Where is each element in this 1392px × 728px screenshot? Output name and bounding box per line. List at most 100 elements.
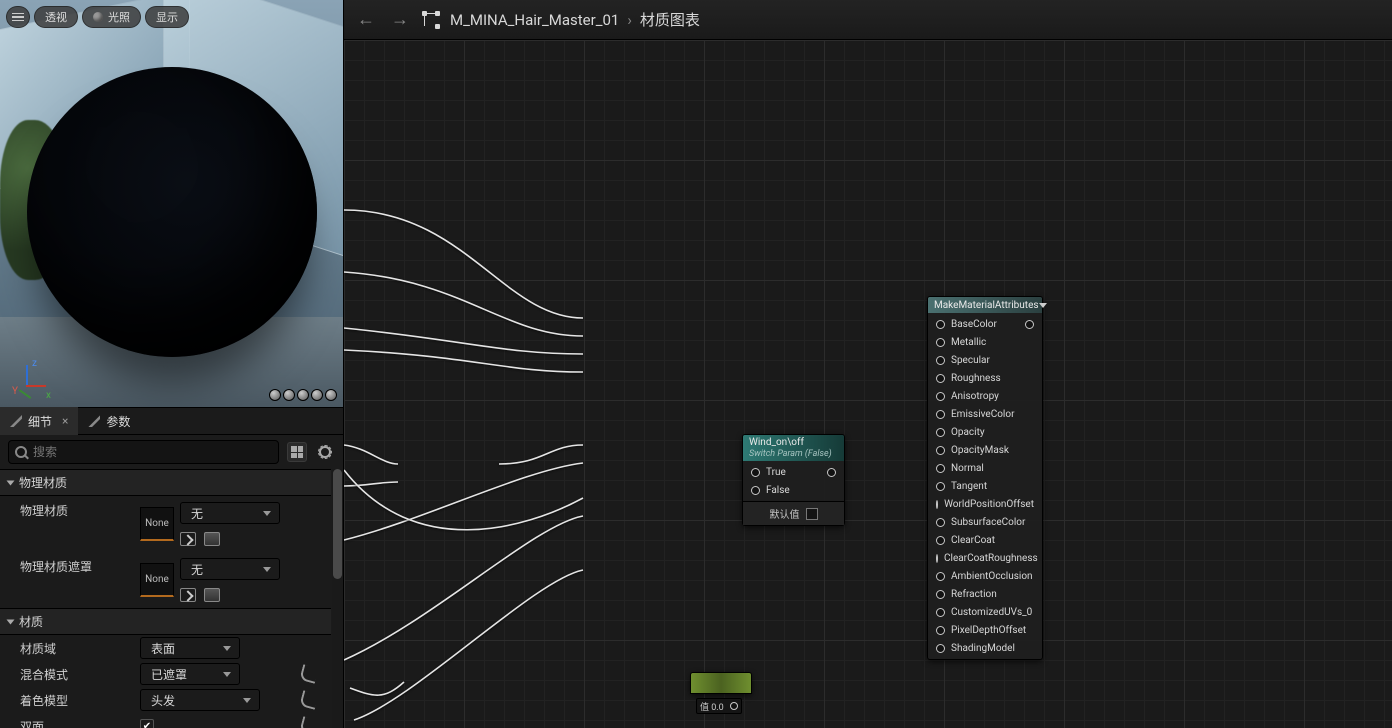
input-pin[interactable] xyxy=(936,626,945,635)
blend-mode-dropdown[interactable]: 已遮罩 xyxy=(140,663,240,685)
material-preview-viewport[interactable]: 透视 光照 显示 z Y x xyxy=(0,0,343,407)
reset-to-default-button[interactable] xyxy=(299,716,319,728)
default-value-checkbox[interactable] xyxy=(806,508,818,520)
search-input[interactable] xyxy=(31,444,272,460)
viewport-perspective-dropdown[interactable]: 透视 xyxy=(34,6,78,28)
input-pin[interactable] xyxy=(936,590,945,599)
pin-label: Specular xyxy=(951,355,990,366)
viewport-lighting-dropdown[interactable]: 光照 xyxy=(82,6,141,28)
physical-material-dropdown[interactable]: 无 xyxy=(180,502,280,524)
pin-label: CustomizedUVs_0 xyxy=(951,607,1032,618)
two-sided-label: 双面 xyxy=(20,718,140,728)
use-selected-asset-button[interactable] xyxy=(180,588,196,602)
input-pin[interactable] xyxy=(936,464,945,473)
pencil-icon xyxy=(88,415,100,427)
pin-row: Specular xyxy=(928,351,1042,369)
preview-shape-plane[interactable] xyxy=(297,389,309,401)
node-title: MakeMaterialAttributes xyxy=(934,300,1039,311)
reset-to-default-button[interactable] xyxy=(299,690,319,710)
input-pin[interactable] xyxy=(936,374,945,383)
material-graph-canvas[interactable]: MakeMaterialAttributes BaseColorMetallic… xyxy=(344,40,1392,728)
tab-details-label: 细节 xyxy=(28,413,52,430)
input-pin[interactable] xyxy=(751,486,760,495)
pin-label: Roughness xyxy=(951,373,1001,384)
search-icon xyxy=(15,446,27,458)
details-scroll-area[interactable]: 物理材质 物理材质 None 无 xyxy=(0,469,331,728)
input-pin[interactable] xyxy=(936,482,945,491)
preview-shape-custom[interactable] xyxy=(325,389,337,401)
viewport-show-dropdown[interactable]: 显示 xyxy=(145,6,189,28)
viewport-menu-button[interactable] xyxy=(6,6,30,28)
pin-label: Metallic xyxy=(951,337,986,348)
material-domain-dropdown[interactable]: 表面 xyxy=(140,637,240,659)
preview-shape-cylinder[interactable] xyxy=(269,389,281,401)
node-partial-green[interactable] xyxy=(690,672,752,694)
tab-params[interactable]: 参数 xyxy=(78,407,140,435)
input-pin[interactable] xyxy=(936,338,945,347)
node-value-pill[interactable]: 值 0.0 xyxy=(696,698,742,714)
close-icon[interactable]: × xyxy=(62,414,68,428)
pin-label: ClearCoat xyxy=(951,535,995,546)
input-pin[interactable] xyxy=(936,644,945,653)
two-sided-checkbox[interactable] xyxy=(140,719,154,728)
pin-row: Anisotropy xyxy=(928,387,1042,405)
input-pin[interactable] xyxy=(751,468,760,477)
pin-label: OpacityMask xyxy=(951,445,1009,456)
input-pin[interactable] xyxy=(936,554,938,563)
input-pin[interactable] xyxy=(936,410,945,419)
viewport-show-label: 显示 xyxy=(156,9,178,25)
browse-asset-button[interactable] xyxy=(204,532,220,546)
node-title: Wind_on\off xyxy=(749,437,804,448)
use-selected-asset-button[interactable] xyxy=(180,532,196,546)
input-pin[interactable] xyxy=(936,518,945,527)
details-scrollbar[interactable] xyxy=(332,469,343,728)
node-subtitle: Switch Param (False) xyxy=(749,449,832,459)
shading-model-dropdown[interactable]: 头发 xyxy=(140,689,260,711)
shading-model-label: 着色模型 xyxy=(20,692,140,709)
tab-details[interactable]: 细节 × xyxy=(0,407,78,435)
pin-row: SubsurfaceColor xyxy=(928,513,1042,531)
output-pin[interactable] xyxy=(827,468,836,477)
input-pin[interactable] xyxy=(936,608,945,617)
input-pin[interactable] xyxy=(936,536,945,545)
breadcrumb-graph[interactable]: 材质图表 xyxy=(640,9,700,30)
input-pin[interactable] xyxy=(936,446,945,455)
input-pin[interactable] xyxy=(936,320,945,329)
grid-icon xyxy=(291,446,303,458)
browse-asset-button[interactable] xyxy=(204,588,220,602)
input-pin[interactable] xyxy=(936,356,945,365)
output-pin[interactable] xyxy=(1025,320,1034,329)
node-wind-switch[interactable]: Wind_on\off Switch Param (False) True Fa… xyxy=(742,434,845,526)
input-pin[interactable] xyxy=(936,572,945,581)
chevron-down-icon xyxy=(1039,303,1047,308)
pin-label: Normal xyxy=(951,463,984,474)
breadcrumb: M_MINA_Hair_Master_01 › 材质图表 xyxy=(450,9,700,30)
physical-material-mask-dropdown[interactable]: 无 xyxy=(180,558,280,580)
input-pin[interactable] xyxy=(936,500,938,509)
node-make-material-attributes[interactable]: MakeMaterialAttributes BaseColorMetallic… xyxy=(927,296,1043,660)
category-physical-material[interactable]: 物理材质 xyxy=(0,469,331,496)
settings-button[interactable] xyxy=(315,442,335,462)
breadcrumb-asset[interactable]: M_MINA_Hair_Master_01 xyxy=(450,11,619,29)
asset-thumbnail[interactable]: None xyxy=(140,507,174,541)
pin-row: OpacityMask xyxy=(928,441,1042,459)
input-pin[interactable] xyxy=(936,392,945,401)
output-pin[interactable] xyxy=(730,702,738,710)
asset-thumbnail[interactable]: None xyxy=(140,563,174,597)
pin-row: ShadingModel xyxy=(928,639,1042,657)
input-pin[interactable] xyxy=(936,428,945,437)
details-search-box[interactable] xyxy=(8,440,279,464)
pin-row: Metallic xyxy=(928,333,1042,351)
nav-back-button[interactable]: ← xyxy=(354,8,378,32)
nav-forward-button[interactable]: → xyxy=(388,8,412,32)
category-material[interactable]: 材质 xyxy=(0,608,331,635)
pin-label: WorldPositionOffset xyxy=(944,499,1034,510)
reset-to-default-button[interactable] xyxy=(299,664,319,684)
preview-shape-sphere[interactable] xyxy=(283,389,295,401)
material-domain-label: 材质域 xyxy=(20,640,140,657)
pin-label: Anisotropy xyxy=(951,391,999,402)
view-grid-button[interactable] xyxy=(287,442,307,462)
preview-shape-cube[interactable] xyxy=(311,389,323,401)
pin-row: ClearCoat xyxy=(928,531,1042,549)
pin-label: True xyxy=(766,467,786,478)
